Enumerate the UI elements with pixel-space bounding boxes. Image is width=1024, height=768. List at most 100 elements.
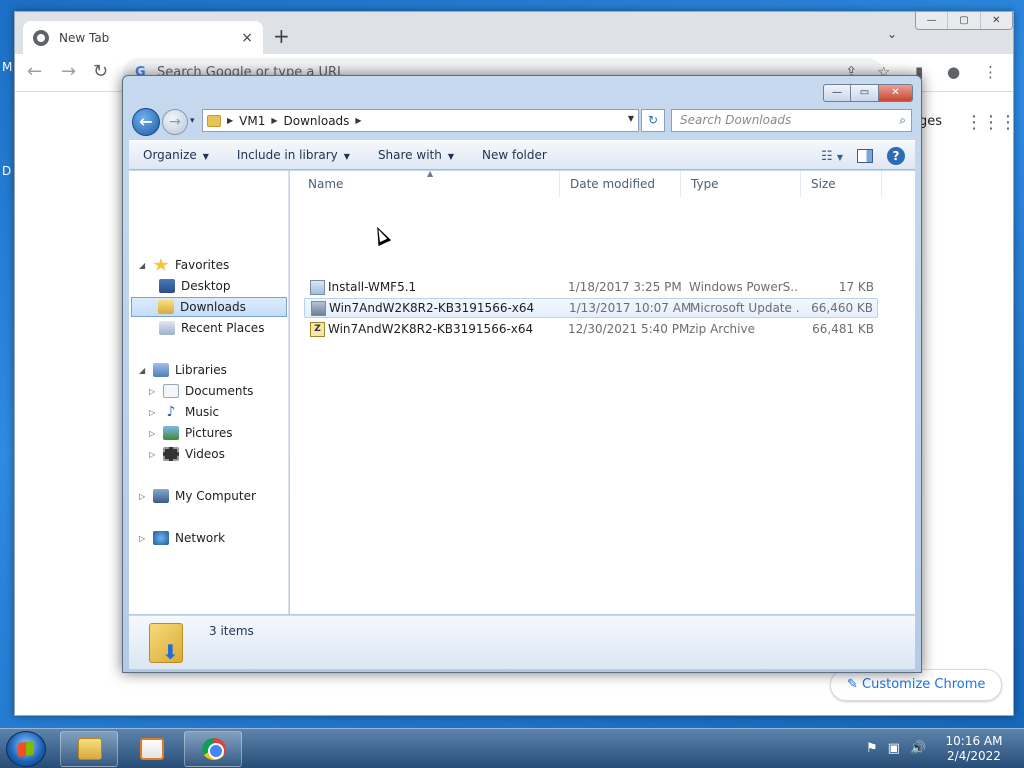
column-header-date-modified[interactable]: Date modified <box>560 171 681 197</box>
recent-places-icon <box>159 321 175 335</box>
nav-downloads[interactable]: Downloads <box>131 297 287 317</box>
collapsed-triangle-icon[interactable]: ▷ <box>149 429 157 438</box>
file-type: Microsoft Update ... <box>690 301 800 315</box>
pictures-icon <box>163 426 179 440</box>
file-size: 66,481 KB <box>812 322 874 336</box>
computer-icon <box>153 489 169 503</box>
recent-pages-dropdown-icon[interactable]: ▾ <box>190 116 195 126</box>
navigation-pane: ◢ Favorites Desktop Downloads Recent Pla… <box>129 171 289 614</box>
nav-recent-places[interactable]: Recent Places <box>159 318 264 338</box>
nav-music[interactable]: ▷ ♪ Music <box>149 402 219 422</box>
tab-search-chevron-icon[interactable]: ⌄ <box>887 27 897 41</box>
star-icon <box>153 258 169 271</box>
breadcrumb-vm1[interactable]: VM1 <box>239 114 265 128</box>
update-package-icon <box>311 300 326 316</box>
nav-pictures[interactable]: ▷ Pictures <box>149 423 233 443</box>
tab-new-tab[interactable]: New Tab × <box>23 21 263 54</box>
music-note-icon: ♪ <box>166 404 176 420</box>
media-player-icon <box>140 738 164 760</box>
nav-videos[interactable]: ▷ Videos <box>149 444 225 464</box>
refresh-button[interactable]: ↻ <box>641 109 665 132</box>
file-row[interactable]: Install-WMF5.1 1/18/2017 3:25 PM Windows… <box>304 277 878 297</box>
help-icon[interactable]: ? <box>887 147 905 165</box>
address-dropdown-icon[interactable]: ▼ <box>628 114 634 123</box>
chrome-menu-icon[interactable]: ⋮ <box>983 63 998 81</box>
customize-chrome-button[interactable]: ✎ Customize Chrome <box>830 669 1003 701</box>
images-link[interactable]: ges <box>919 114 942 129</box>
file-row[interactable]: Z Win7AndW2K8R2-KB3191566-x64 12/30/2021… <box>304 319 878 339</box>
address-bar[interactable]: ▶ VM1 ▶ Downloads ▶ ▼ <box>202 109 639 132</box>
item-count: 3 items <box>209 624 254 638</box>
file-row[interactable]: Win7AndW2K8R2-KB3191566-x64 1/13/2017 10… <box>304 298 878 318</box>
file-type: zip Archive <box>689 322 755 336</box>
nav-my-computer[interactable]: ▷ My Computer <box>139 486 256 506</box>
forward-arrow-icon[interactable]: → <box>61 61 76 82</box>
start-button[interactable] <box>6 731 46 767</box>
file-size: 17 KB <box>838 280 874 294</box>
include-in-library-menu[interactable]: Include in library ▼ <box>237 148 350 162</box>
profile-avatar-icon[interactable]: ● <box>947 63 960 81</box>
column-header-type[interactable]: Type <box>681 171 801 197</box>
chrome-window-controls: — ▢ ✕ <box>915 12 1013 30</box>
clock[interactable]: 10:16 AM 2/4/2022 <box>944 734 1004 764</box>
share-with-menu[interactable]: Share with ▼ <box>378 148 454 162</box>
tab-title: New Tab <box>59 30 110 45</box>
nav-desktop[interactable]: Desktop <box>159 276 231 296</box>
expanded-triangle-icon[interactable]: ◢ <box>139 261 147 270</box>
file-size: 66,460 KB <box>811 301 873 315</box>
powershell-script-icon <box>310 279 325 295</box>
column-header-size[interactable]: Size <box>801 171 882 197</box>
search-placeholder: Search Downloads <box>680 113 792 127</box>
nav-libraries[interactable]: ◢ Libraries <box>139 360 227 380</box>
change-view-icon[interactable]: ☷ ▼ <box>821 149 843 164</box>
network-status-icon[interactable]: ▣ <box>888 741 900 756</box>
nav-documents[interactable]: ▷ Documents <box>149 381 253 401</box>
back-button[interactable]: ← <box>132 108 160 136</box>
maximize-button[interactable]: ▢ <box>947 12 980 29</box>
column-header-name[interactable]: Name <box>298 171 560 197</box>
desktop-icon-label-fragment: M <box>2 60 13 74</box>
collapsed-triangle-icon[interactable]: ▷ <box>139 534 147 543</box>
desktop-icon <box>159 279 175 293</box>
taskbar-media-player[interactable] <box>122 731 180 767</box>
breadcrumb-separator-icon[interactable]: ▶ <box>227 116 233 125</box>
action-center-flag-icon[interactable]: ⚑ <box>866 741 878 756</box>
details-pane: 3 items <box>129 615 915 669</box>
maximize-button[interactable]: ▭ <box>851 84 879 102</box>
search-icon[interactable]: ⌕ <box>899 110 906 131</box>
collapsed-triangle-icon[interactable]: ▷ <box>149 387 157 396</box>
volume-icon[interactable]: 🔊 <box>910 741 926 756</box>
collapsed-triangle-icon[interactable]: ▷ <box>149 408 157 417</box>
breadcrumb-downloads[interactable]: Downloads <box>284 114 350 128</box>
nav-network[interactable]: ▷ Network <box>139 528 225 548</box>
minimize-button[interactable]: — <box>823 84 851 102</box>
collapsed-triangle-icon[interactable]: ▷ <box>139 492 147 501</box>
forward-button[interactable]: → <box>162 109 188 135</box>
close-button[interactable]: ✕ <box>879 84 913 102</box>
collapsed-triangle-icon[interactable]: ▷ <box>149 450 157 459</box>
film-icon <box>163 447 179 461</box>
minimize-button[interactable]: — <box>916 12 948 29</box>
command-bar: Organize ▼ Include in library ▼ Share with… <box>129 140 915 170</box>
breadcrumb-separator-icon[interactable]: ▶ <box>271 116 277 125</box>
close-button[interactable]: ✕ <box>979 12 1012 29</box>
search-input[interactable]: Search Downloads ⌕ <box>671 109 912 132</box>
file-name: Win7AndW2K8R2-KB3191566-x64 <box>329 301 535 315</box>
new-folder-button[interactable]: New folder <box>482 148 547 162</box>
expanded-triangle-icon[interactable]: ◢ <box>139 366 147 375</box>
file-date: 12/30/2021 5:40 PM <box>568 322 690 336</box>
organize-menu[interactable]: Organize ▼ <box>143 148 209 162</box>
new-tab-button[interactable]: + <box>273 24 290 48</box>
nav-favorites[interactable]: ◢ Favorites <box>139 255 229 275</box>
taskbar-chrome[interactable] <box>184 731 242 767</box>
taskbar-explorer[interactable] <box>60 731 118 767</box>
explorer-window: — ▭ ✕ ← → ▾ ▶ VM1 ▶ Downloads ▶ ▼ ↻ Sear… <box>122 75 922 673</box>
tab-close-icon[interactable]: × <box>241 30 253 46</box>
taskbar: ⚑ ▣ 🔊 10:16 AM 2/4/2022 <box>0 728 1024 768</box>
reload-icon[interactable]: ↻ <box>93 61 108 82</box>
chevron-down-icon: ▼ <box>202 152 209 161</box>
back-arrow-icon[interactable]: ← <box>27 61 42 82</box>
breadcrumb-separator-icon[interactable]: ▶ <box>355 116 361 125</box>
google-apps-icon[interactable]: ⋮⋮⋮ <box>965 112 1017 133</box>
preview-pane-icon[interactable] <box>857 149 873 163</box>
